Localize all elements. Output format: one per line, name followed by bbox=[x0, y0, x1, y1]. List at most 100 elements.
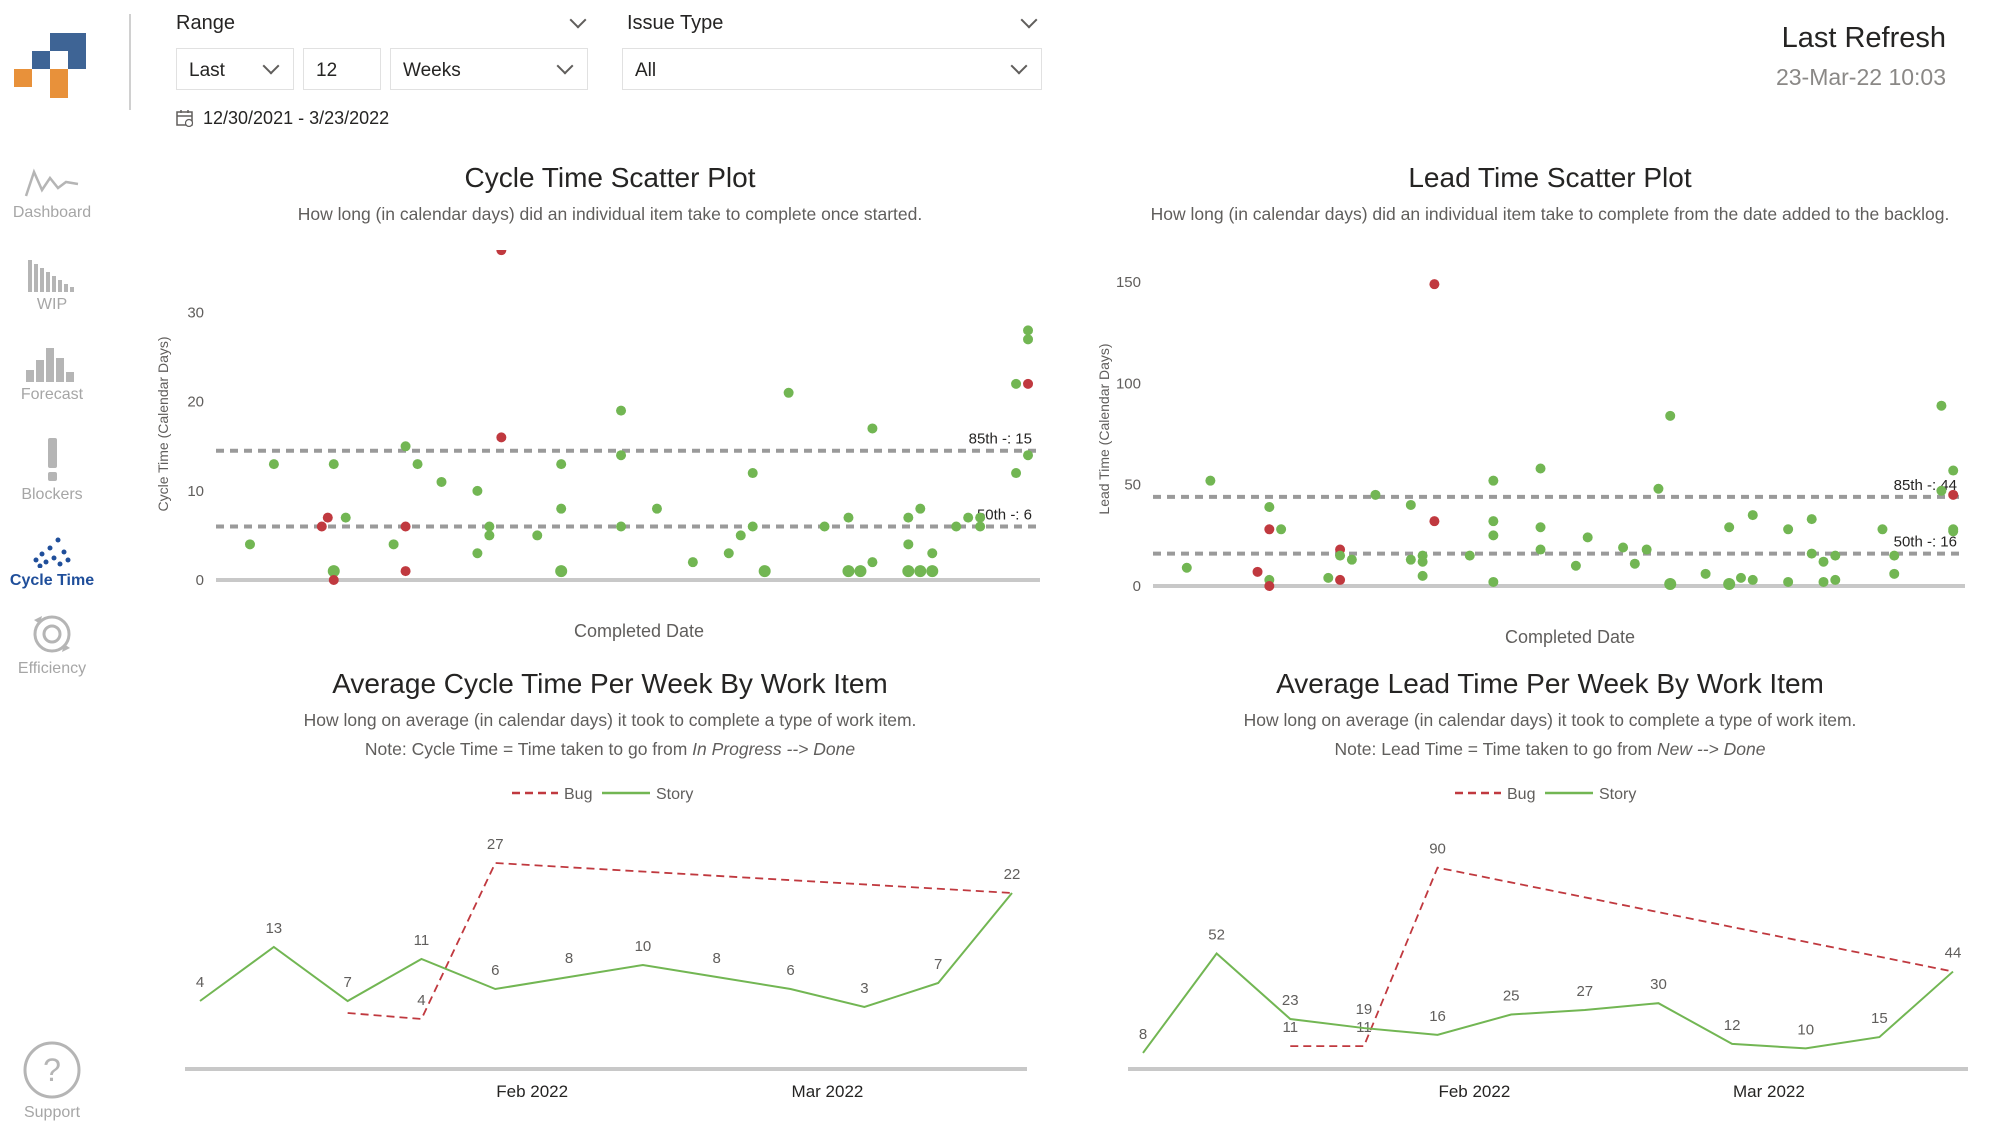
line-chart-icon bbox=[24, 168, 79, 197]
story-point bbox=[400, 441, 411, 452]
story-point bbox=[1747, 574, 1758, 585]
bug-point bbox=[1252, 566, 1263, 577]
story-point bbox=[1570, 560, 1581, 571]
data-label: 8 bbox=[713, 950, 721, 967]
data-label: 10 bbox=[635, 938, 652, 955]
story-point bbox=[1723, 577, 1736, 590]
story-point bbox=[1700, 568, 1711, 579]
story-point bbox=[1023, 334, 1034, 345]
nav-label-efficiency: Efficiency bbox=[17, 660, 87, 677]
issue-type-select[interactable]: All bbox=[622, 48, 1042, 90]
y-tick-label: 150 bbox=[1116, 274, 1141, 291]
story-point bbox=[1877, 524, 1888, 535]
story-point bbox=[1535, 544, 1546, 555]
lead-scatter-chart: 0 50 100 150 Lead Time (Calendar Days) Comple… bbox=[1096, 274, 1965, 647]
story-point bbox=[1405, 554, 1416, 565]
nav-item-cycle-time[interactable]: Cycle Time bbox=[0, 536, 104, 590]
question-icon: ? bbox=[23, 1041, 81, 1099]
story-point bbox=[1011, 468, 1022, 479]
nav-item-efficiency[interactable]: Efficiency bbox=[0, 610, 104, 678]
data-label: 11 bbox=[1282, 1019, 1298, 1036]
story-point bbox=[472, 548, 483, 559]
story-series-line bbox=[1142, 952, 1954, 1054]
bug-point bbox=[1948, 489, 1959, 500]
bar-histogram-icon bbox=[28, 260, 74, 292]
x-tick-label: Feb 2022 bbox=[1438, 1082, 1510, 1101]
bug-point bbox=[328, 575, 339, 585]
svg-text:?: ? bbox=[43, 1052, 61, 1088]
calendar-icon bbox=[176, 109, 194, 132]
nav-label-wip: WIP bbox=[36, 296, 68, 313]
cycle-scatter-subtitle: How long (in calendar days) did an indiv… bbox=[297, 204, 923, 224]
avg-cycle-title: Average Cycle Time Per Week By Work Item bbox=[332, 668, 888, 699]
issue-type-label: Issue Type bbox=[627, 12, 724, 34]
story-point bbox=[1417, 570, 1428, 581]
chevron-down-icon[interactable] bbox=[1020, 11, 1038, 29]
legend-story-label: Story bbox=[1599, 786, 1636, 803]
data-label: 27 bbox=[487, 836, 504, 853]
bug-series-line bbox=[347, 862, 1013, 1020]
story-point bbox=[975, 521, 986, 532]
story-point bbox=[758, 565, 771, 578]
nav-item-wip[interactable]: WIP bbox=[0, 258, 104, 314]
nav-item-forecast[interactable]: Forecast bbox=[0, 346, 104, 404]
chevron-down-icon[interactable] bbox=[569, 11, 587, 29]
story-point bbox=[1665, 410, 1676, 421]
data-label: 13 bbox=[265, 920, 282, 937]
story-point bbox=[1276, 524, 1287, 535]
y-tick-label: 100 bbox=[1116, 375, 1141, 392]
avg-cycle-chart: Bug Story Feb 2022 Mar 2022 4 27 22 4 13 7 11 6 8 10 8… bbox=[185, 786, 1027, 1101]
issue-type-value: All bbox=[635, 60, 657, 81]
data-label: 19 bbox=[1356, 1001, 1373, 1018]
range-mode-value: Last bbox=[189, 60, 225, 81]
bug-point bbox=[1264, 524, 1275, 535]
nav-item-dashboard[interactable]: Dashboard bbox=[0, 166, 104, 222]
story-point bbox=[843, 512, 854, 523]
story-point bbox=[1205, 475, 1216, 486]
note-from-state: New bbox=[1656, 739, 1692, 759]
story-point bbox=[1948, 526, 1959, 537]
data-label: 44 bbox=[1945, 945, 1962, 962]
data-label: 11 bbox=[414, 932, 430, 949]
story-point bbox=[1181, 562, 1192, 573]
story-point bbox=[1806, 548, 1817, 559]
story-point bbox=[532, 530, 543, 541]
story-point bbox=[1370, 489, 1381, 500]
story-point bbox=[1629, 558, 1640, 569]
y-tick-label: 10 bbox=[187, 483, 204, 500]
range-unit-select[interactable]: Weeks bbox=[390, 48, 588, 90]
data-label: 6 bbox=[786, 962, 794, 979]
app-logo bbox=[14, 26, 98, 98]
avg-lead-note: Note: Lead Time = Time taken to go from … bbox=[1100, 739, 1996, 760]
story-point bbox=[556, 459, 567, 470]
y-tick-label: 20 bbox=[187, 394, 204, 411]
story-point bbox=[735, 530, 746, 541]
chevron-down-icon bbox=[262, 57, 280, 75]
chevron-down-icon bbox=[556, 57, 574, 75]
x-axis-label: Completed Date bbox=[574, 621, 704, 641]
range-mode-select[interactable]: Last bbox=[176, 48, 294, 90]
story-point bbox=[616, 450, 627, 461]
data-label: 30 bbox=[1650, 976, 1667, 993]
exclamation-icon bbox=[48, 438, 57, 481]
nav-item-blockers[interactable]: Blockers bbox=[0, 436, 104, 504]
range-count-input[interactable]: 12 bbox=[303, 48, 381, 90]
note-prefix: Note: Lead Time = Time taken to go from bbox=[1334, 739, 1657, 759]
y-axis-label: Lead Time (Calendar Days) bbox=[1096, 343, 1112, 514]
note-prefix: Note: Cycle Time = Time taken to go from bbox=[364, 739, 693, 759]
story-point bbox=[651, 503, 662, 514]
story-point bbox=[340, 512, 351, 523]
percentile-label: 50th -: 6 bbox=[977, 507, 1032, 524]
support-link[interactable]: ? Support bbox=[0, 1040, 104, 1122]
data-label: 15 bbox=[1871, 1010, 1888, 1027]
story-point bbox=[747, 468, 758, 479]
story-point bbox=[1664, 577, 1677, 590]
data-label: 6 bbox=[491, 962, 499, 979]
story-point bbox=[1889, 568, 1900, 579]
data-label: 8 bbox=[565, 950, 573, 967]
story-point bbox=[951, 521, 962, 532]
bug-point bbox=[400, 521, 411, 532]
story-point bbox=[616, 405, 627, 416]
story-point bbox=[388, 539, 399, 550]
story-point bbox=[1783, 576, 1794, 587]
